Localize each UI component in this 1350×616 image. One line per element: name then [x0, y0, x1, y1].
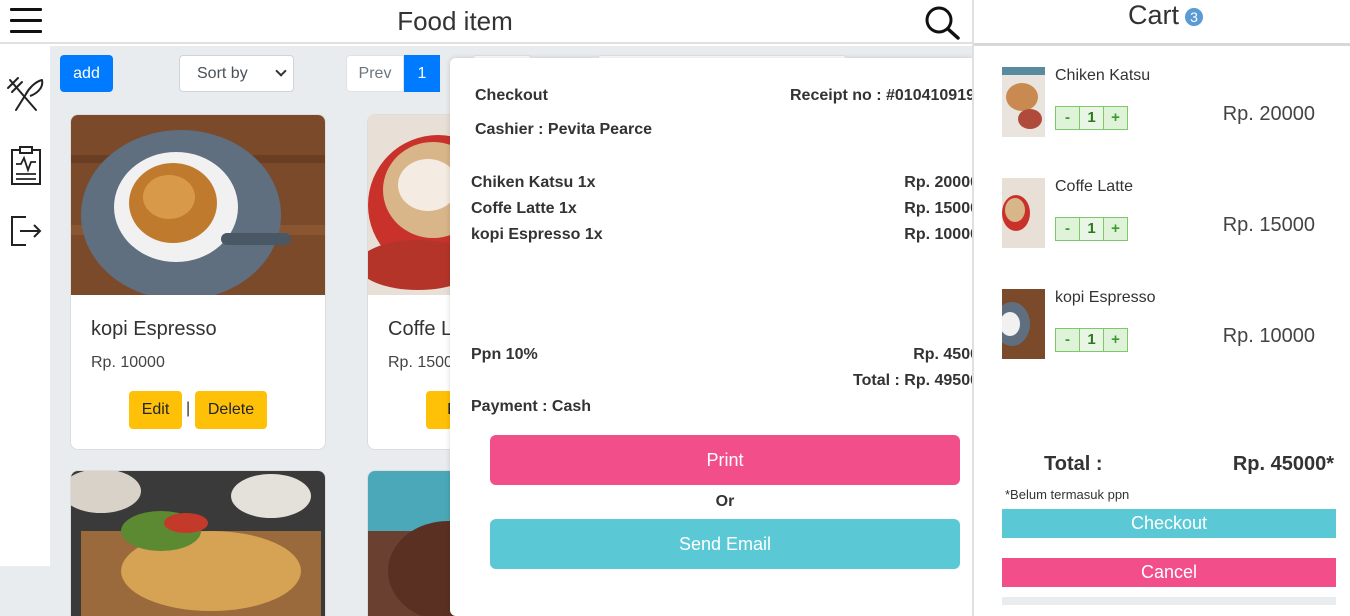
cart-item-price: Rp. 20000	[1222, 103, 1315, 125]
qty-plus-button[interactable]: +	[1103, 106, 1128, 130]
receipt-number: Receipt no : #010410919	[790, 87, 975, 104]
cart-item: Coffe Latte - 1 + Rp. 15000	[1002, 178, 1342, 258]
product-card	[70, 470, 326, 616]
cart-item-price: Rp. 15000	[1222, 214, 1315, 236]
product-image	[71, 471, 325, 616]
quantity-stepper: - 1 +	[1055, 328, 1128, 352]
cart-title: Cart	[1128, 0, 1180, 30]
cart-item-name: kopi Espresso	[1055, 289, 1156, 306]
pagination: Prev 1	[346, 55, 440, 92]
receipt-item-label: Chiken Katsu 1x	[471, 174, 596, 191]
product-name: Coffe L	[388, 318, 453, 340]
add-button[interactable]: add	[60, 55, 113, 92]
report-clipboard-icon[interactable]	[6, 146, 46, 186]
receipt-item-price: Rp. 15000	[904, 200, 979, 217]
cart-count-badge: 3	[1185, 8, 1203, 26]
cart-total-label: Total :	[1044, 453, 1103, 475]
page-title: Food item	[397, 6, 513, 36]
pagination-page-button[interactable]: 1	[404, 55, 440, 92]
ppn-label: Ppn 10%	[471, 346, 538, 363]
send-email-button[interactable]: Send Email	[490, 519, 960, 569]
checkout-title: Checkout	[475, 87, 548, 104]
qty-minus-button[interactable]: -	[1055, 328, 1080, 352]
cart-item-image	[1002, 289, 1045, 359]
qty-value: 1	[1079, 106, 1104, 130]
search-icon[interactable]	[922, 4, 962, 40]
logout-icon[interactable]	[6, 211, 46, 251]
cart-item-price: Rp. 10000	[1222, 325, 1315, 347]
receipt-item-price: Rp. 10000	[904, 226, 979, 243]
sort-by-label: Sort by	[197, 65, 248, 82]
button-separator: |	[186, 400, 191, 417]
cart-item-image	[1002, 67, 1045, 137]
checkout-button[interactable]: Checkout	[1002, 509, 1336, 538]
cart-item-image	[1002, 178, 1045, 248]
cart-header: Cart 3	[974, 0, 1350, 46]
quantity-stepper: - 1 +	[1055, 217, 1128, 241]
product-price: Rp. 1500	[388, 354, 453, 371]
receipt-item-label: kopi Espresso 1x	[471, 226, 603, 243]
cart-item: Chiken Katsu - 1 + Rp. 20000	[1002, 67, 1342, 147]
chevron-down-icon	[275, 65, 287, 77]
qty-plus-button[interactable]: +	[1103, 328, 1128, 352]
qty-minus-button[interactable]: -	[1055, 217, 1080, 241]
cart-panel: Cart 3 Chiken Katsu - 1 + Rp. 20000 Coff…	[972, 0, 1350, 616]
top-header: Food item	[0, 0, 972, 44]
cart-item-name: Chiken Katsu	[1055, 67, 1151, 84]
cashier-name: Cashier : Pevita Pearce	[475, 121, 652, 138]
product-image	[71, 115, 325, 295]
qty-plus-button[interactable]: +	[1103, 217, 1128, 241]
pagination-prev-button[interactable]: Prev	[346, 55, 404, 92]
product-price: Rp. 10000	[91, 354, 165, 371]
quantity-stepper: - 1 +	[1055, 106, 1128, 130]
fork-knife-icon[interactable]	[6, 76, 46, 116]
sidebar	[0, 46, 50, 566]
cart-total-value: Rp. 45000*	[1232, 453, 1334, 475]
receipt-total: Total : Rp. 49500	[853, 372, 979, 389]
delete-button[interactable]: Delete	[195, 391, 267, 429]
edit-button[interactable]: Edit	[129, 391, 182, 429]
qty-value: 1	[1079, 328, 1104, 352]
qty-minus-button[interactable]: -	[1055, 106, 1080, 130]
cart-item: kopi Espresso - 1 + Rp. 10000	[1002, 289, 1342, 369]
sort-by-select[interactable]: Sort by	[179, 55, 294, 92]
receipt-item-label: Coffe Latte 1x	[471, 200, 577, 217]
ppn-value: Rp. 4500	[913, 346, 979, 363]
qty-value: 1	[1079, 217, 1104, 241]
payment-method: Payment : Cash	[471, 398, 592, 415]
print-button[interactable]: Print	[490, 435, 960, 485]
receipt-item-price: Rp. 20000	[904, 174, 979, 191]
cart-bottom-bar	[1002, 597, 1336, 605]
product-name: kopi Espresso	[91, 318, 217, 340]
checkout-modal: Checkout Receipt no : #010410919 Cashier…	[450, 58, 979, 616]
sidebar-bottom-strip	[0, 566, 50, 616]
cancel-button[interactable]: Cancel	[1002, 558, 1336, 587]
ppn-note: *Belum termasuk ppn	[1005, 487, 1130, 502]
or-separator: Or	[715, 493, 735, 510]
product-card: kopi Espresso Rp. 10000 Edit | Delete	[70, 114, 326, 450]
cart-item-name: Coffe Latte	[1055, 178, 1133, 195]
